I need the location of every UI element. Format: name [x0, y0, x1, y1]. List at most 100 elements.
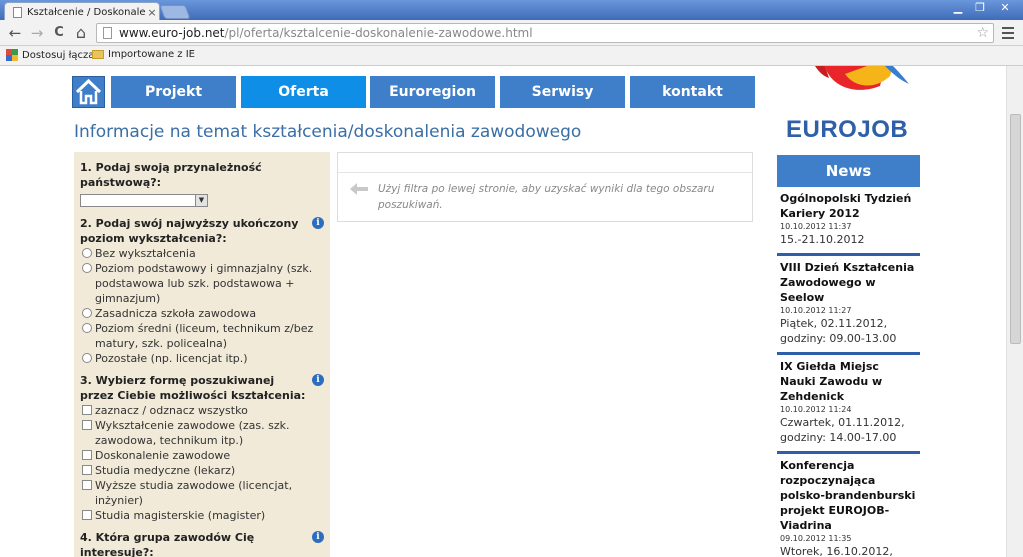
- option-label: zaznacz / odznacz wszystko: [95, 404, 248, 417]
- results-message: Użyj filtra po lewej stronie, aby uzyska…: [378, 183, 715, 211]
- option-label: Doskonalenie zawodowe: [95, 449, 231, 462]
- question-nationality: 1. Podaj swoją przynależność państwową?:: [80, 160, 324, 190]
- option-label: Bez wykształcenia: [95, 247, 196, 260]
- page-scrollbar[interactable]: [1006, 66, 1023, 557]
- checkbox[interactable]: [82, 420, 92, 430]
- question-training-form: 3. Wybierz formę poszukiwanej przez Cieb…: [80, 373, 324, 403]
- home-icon[interactable]: ⌂: [72, 24, 90, 42]
- bookmark-label: Importowane z IE: [108, 49, 195, 60]
- education-option[interactable]: Pozostałe (np. licencjat itp.): [82, 351, 324, 366]
- home-nav-button[interactable]: [72, 76, 105, 108]
- training-option[interactable]: Doskonalenie zawodowe: [82, 448, 324, 463]
- nav-item-euroregion[interactable]: Euroregion: [370, 76, 495, 108]
- option-label: Studia medyczne (lekarz): [95, 464, 236, 477]
- reload-icon[interactable]: C: [50, 24, 68, 42]
- browser-tab[interactable]: Kształcenie / Doskonalenie ×: [4, 2, 160, 22]
- news-item[interactable]: IX Giełda Miejsc Nauki Zawodu w Zehdenic…: [777, 355, 920, 454]
- arrow-left-icon: [350, 183, 368, 195]
- question-label: 2. Podaj swój najwyższy ukończony poziom…: [80, 217, 299, 245]
- radio-button[interactable]: [82, 248, 92, 258]
- menu-icon[interactable]: [1000, 24, 1016, 42]
- news-text: Czwartek, 01.11.2012, godziny: 14.00-17.…: [780, 416, 905, 444]
- option-label: Pozostałe (np. licencjat itp.): [95, 352, 248, 365]
- option-label: Poziom średni (liceum, technikum z/bez m…: [95, 322, 314, 350]
- minimize-icon[interactable]: ▁: [947, 0, 969, 16]
- radio-button[interactable]: [82, 353, 92, 363]
- news-heading: News: [777, 155, 920, 187]
- filter-panel: 1. Podaj swoją przynależność państwową?:…: [74, 152, 330, 557]
- news-date: 09.10.2012 11:35: [780, 534, 852, 543]
- info-icon[interactable]: i: [312, 531, 324, 543]
- radio-button[interactable]: [82, 308, 92, 318]
- address-bar[interactable]: www.euro-job.net/pl/oferta/ksztalcenie-d…: [96, 23, 994, 43]
- checkbox[interactable]: [82, 480, 92, 490]
- training-option[interactable]: zaznacz / odznacz wszystko: [82, 403, 324, 418]
- nav-item-kontakt[interactable]: kontakt: [630, 76, 755, 108]
- education-option[interactable]: Zasadnicza szkoła zawodowa: [82, 306, 324, 321]
- question-label: 4. Która grupa zawodów Cię interesuje?:: [80, 531, 255, 557]
- page-favicon-icon: [13, 7, 22, 18]
- house-icon: [75, 78, 102, 105]
- news-item[interactable]: VIII Dzień Kształcenia Zawodowego w Seel…: [777, 256, 920, 355]
- page-title: Informacje na temat kształcenia/doskonal…: [74, 122, 582, 142]
- info-icon[interactable]: i: [312, 374, 324, 386]
- maximize-icon[interactable]: ❐: [969, 0, 991, 16]
- checkbox[interactable]: [82, 450, 92, 460]
- training-option[interactable]: Wyższe studia zawodowe (licencjat, inżyn…: [82, 478, 324, 508]
- education-option[interactable]: Poziom podstawowy i gimnazjalny (szk. po…: [82, 261, 324, 306]
- back-icon[interactable]: ←: [6, 24, 24, 42]
- news-title[interactable]: Konferencja rozpoczynająca polsko-brande…: [780, 458, 918, 533]
- question-label: 3. Wybierz formę poszukiwanej przez Cieb…: [80, 374, 306, 402]
- option-label: Wykształcenie zawodowe (zas. szk. zawodo…: [95, 419, 290, 447]
- news-text: 15.-21.10.2012: [780, 233, 865, 246]
- news-sidebar: News Ogólnopolski Tydzień Kariery 2012 1…: [777, 155, 920, 557]
- checkbox[interactable]: [82, 510, 92, 520]
- forward-icon[interactable]: →: [28, 24, 46, 42]
- training-option[interactable]: Wykształcenie zawodowe (zas. szk. zawodo…: [82, 418, 324, 448]
- nationality-select[interactable]: ▼: [80, 194, 208, 207]
- tab-title: Kształcenie / Doskonalenie: [27, 7, 145, 18]
- checkbox[interactable]: [82, 465, 92, 475]
- nav-item-projekt[interactable]: Projekt: [111, 76, 236, 108]
- nav-item-serwisy[interactable]: Serwisy: [500, 76, 625, 108]
- bookmarks-bar: Dostosuj łącza Importowane z IE: [0, 46, 1023, 66]
- option-label: Zasadnicza szkoła zawodowa: [95, 307, 257, 320]
- news-date: 10.10.2012 11:27: [780, 306, 852, 315]
- news-text: Piątek, 02.11.2012, godziny: 09.00-13.00: [780, 317, 897, 345]
- education-option[interactable]: Poziom średni (liceum, technikum z/bez m…: [82, 321, 324, 351]
- checkbox[interactable]: [82, 405, 92, 415]
- browser-titlebar: Kształcenie / Doskonalenie × ▁ ❐ ✕: [0, 0, 1023, 22]
- training-option[interactable]: Studia medyczne (lekarz): [82, 463, 324, 478]
- info-icon[interactable]: i: [312, 217, 324, 229]
- url-host: www.euro-job.net: [119, 26, 225, 40]
- results-header: [338, 153, 752, 173]
- bookmark-apps[interactable]: Dostosuj łącza: [6, 49, 94, 61]
- option-label: Poziom podstawowy i gimnazjalny (szk. po…: [95, 262, 313, 305]
- scrollbar-thumb[interactable]: [1010, 114, 1021, 344]
- bookmark-star-icon[interactable]: ☆: [976, 24, 989, 42]
- window-close-icon[interactable]: ✕: [991, 0, 1019, 16]
- training-option[interactable]: Studia magisterskie (magister): [82, 508, 324, 523]
- logo-text: EUROJOB: [786, 116, 909, 143]
- bookmark-folder[interactable]: Importowane z IE: [92, 49, 195, 60]
- education-option[interactable]: Bez wykształcenia: [82, 246, 324, 261]
- browser-toolbar: ← → C ⌂ www.euro-job.net/pl/oferta/kszta…: [0, 20, 1023, 46]
- folder-icon: [92, 50, 104, 59]
- url-path: /pl/oferta/ksztalcenie-doskonalenie-zawo…: [224, 26, 533, 40]
- apps-icon: [6, 49, 18, 61]
- chevron-down-icon: ▼: [195, 195, 207, 206]
- web-page: Projekt Oferta Euroregion Serwisy kontak…: [0, 66, 1006, 557]
- news-title[interactable]: IX Giełda Miejsc Nauki Zawodu w Zehdenic…: [780, 359, 918, 404]
- news-item[interactable]: Konferencja rozpoczynająca polsko-brande…: [777, 454, 920, 557]
- option-label: Studia magisterskie (magister): [95, 509, 266, 522]
- news-item[interactable]: Ogólnopolski Tydzień Kariery 2012 10.10.…: [777, 187, 920, 256]
- radio-button[interactable]: [82, 263, 92, 273]
- new-tab-button[interactable]: [159, 5, 191, 19]
- results-panel: Użyj filtra po lewej stronie, aby uzyska…: [337, 152, 753, 222]
- news-title[interactable]: VIII Dzień Kształcenia Zawodowego w Seel…: [780, 260, 918, 305]
- news-title[interactable]: Ogólnopolski Tydzień Kariery 2012: [780, 191, 918, 221]
- bookmark-label: Dostosuj łącza: [22, 49, 95, 61]
- radio-button[interactable]: [82, 323, 92, 333]
- nav-item-oferta[interactable]: Oferta: [241, 76, 366, 108]
- tab-close-icon[interactable]: ×: [145, 6, 159, 19]
